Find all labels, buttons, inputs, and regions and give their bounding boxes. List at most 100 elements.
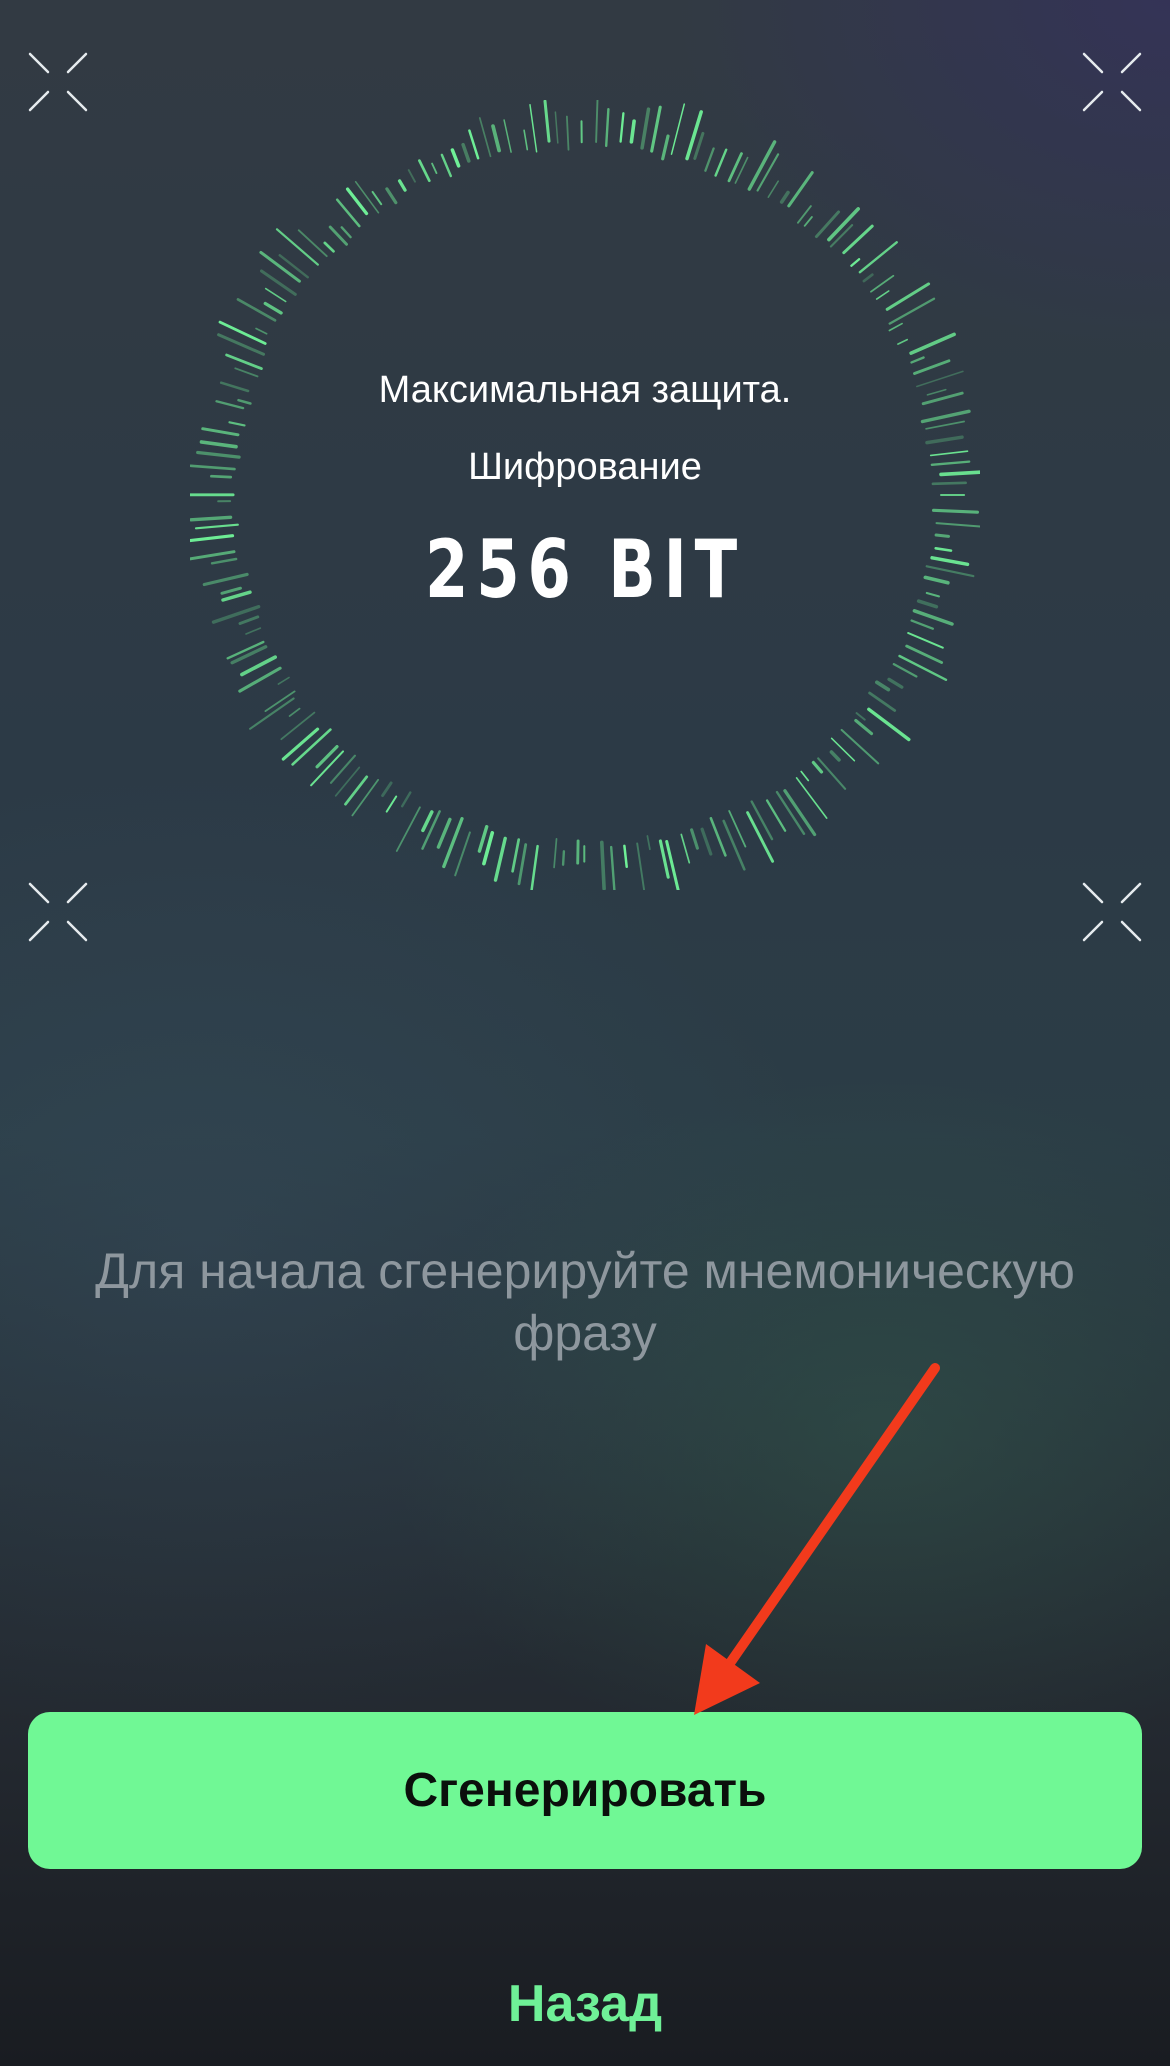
ring-tick — [354, 181, 380, 214]
back-button[interactable]: Назад — [0, 1972, 1170, 2036]
ring-tick — [554, 111, 559, 144]
ring-tick — [217, 333, 265, 356]
ring-tick — [478, 117, 492, 158]
ring-tick — [636, 842, 646, 890]
ring-tick — [249, 697, 295, 730]
ring-tick — [395, 806, 421, 852]
ring-tick — [897, 338, 909, 345]
ring-tick — [335, 198, 361, 228]
ring-tick — [750, 800, 774, 841]
ring-tick — [491, 124, 501, 153]
bottom-right-focus-corner-icon — [1082, 882, 1142, 942]
ring-tick — [888, 322, 903, 332]
ring-tick — [599, 840, 606, 890]
ring-tick — [727, 152, 743, 183]
ring-tick — [746, 811, 775, 863]
ring-tick — [529, 104, 538, 153]
encryption-label: Шифрование — [468, 446, 702, 488]
ring-tick — [685, 110, 703, 161]
ring-tick — [561, 850, 566, 866]
ring-tick — [875, 680, 891, 692]
ring-tick — [892, 662, 918, 678]
ring-tick — [887, 677, 904, 689]
ring-tick — [263, 301, 283, 315]
ring-tick — [351, 779, 380, 817]
ring-tick — [875, 290, 890, 300]
ring-tick — [722, 819, 746, 871]
ring-tick — [201, 427, 240, 437]
ring-tick — [690, 828, 699, 850]
ring-tick — [565, 115, 570, 151]
ring-tick — [454, 831, 471, 877]
ring-tick — [811, 760, 824, 774]
ring-tick — [381, 781, 393, 798]
top-right-focus-corner-icon — [1082, 52, 1142, 112]
ring-tick — [858, 241, 898, 274]
ring-tick — [610, 845, 616, 890]
ring-tick — [619, 112, 625, 143]
ring-tick — [650, 105, 662, 153]
ring-tick — [765, 799, 787, 832]
ring-tick — [371, 190, 383, 206]
ring-tick — [245, 627, 262, 635]
ring-tick — [511, 838, 521, 873]
ring-tick — [700, 827, 713, 856]
ring-tick — [228, 421, 246, 427]
ring-tick — [862, 273, 874, 283]
ring-tick — [385, 187, 398, 205]
ring-tick — [431, 162, 438, 174]
ring-tick — [421, 810, 434, 833]
generate-button[interactable]: Сгенерировать — [28, 1712, 1142, 1869]
ring-tick — [277, 676, 290, 685]
ring-tick — [767, 180, 779, 198]
ring-tick — [236, 298, 277, 322]
ring-tick — [665, 840, 680, 890]
ring-tick — [450, 148, 461, 168]
ring-tick — [218, 320, 267, 345]
ring-tick — [854, 718, 874, 736]
ring-tick — [909, 332, 956, 355]
ring-tick — [868, 691, 897, 712]
ring-tick — [640, 107, 651, 150]
bottom-left-focus-corner-icon — [28, 882, 88, 942]
ring-tick — [931, 508, 980, 514]
ring-tick — [397, 179, 407, 192]
ring-tick — [800, 770, 810, 782]
ring-tick — [670, 103, 686, 155]
ring-tick — [870, 274, 895, 293]
ring-tick — [595, 100, 599, 143]
ring-tick — [530, 844, 539, 890]
ring-tick — [867, 707, 911, 742]
ring-tick — [543, 100, 551, 143]
ring-tick — [855, 712, 866, 721]
ring-tick — [517, 843, 528, 886]
ring-tick — [803, 216, 813, 227]
ring-tick — [629, 119, 636, 144]
ring-tick — [461, 142, 471, 163]
ring-tick — [418, 159, 431, 183]
generate-phrase-hint: Для начала сгенерируйте мнемоническую фр… — [95, 1243, 1075, 1361]
ring-tick — [693, 131, 705, 160]
ring-tick — [553, 838, 558, 869]
ring-tick — [925, 420, 965, 430]
ring-tick — [400, 791, 412, 808]
ring-tick — [787, 171, 814, 208]
ring-tick — [523, 129, 529, 151]
ring-tick — [288, 707, 301, 717]
ring-tick — [278, 254, 309, 279]
ring-tick — [910, 619, 934, 630]
ring-tick — [440, 153, 452, 178]
ring-tick — [850, 258, 861, 267]
ring-tick — [385, 795, 398, 813]
ring-tick — [829, 750, 841, 762]
ring-tick — [905, 644, 944, 664]
ring-tick — [503, 119, 512, 153]
ring-tick — [623, 844, 628, 868]
ring-tick — [910, 356, 925, 364]
ring-tick — [468, 129, 480, 160]
ring-tick — [704, 147, 715, 172]
ring-tick — [714, 148, 728, 177]
ring-tick — [340, 226, 352, 239]
ring-tick — [605, 107, 610, 147]
security-title: Максимальная защита. — [378, 369, 792, 411]
